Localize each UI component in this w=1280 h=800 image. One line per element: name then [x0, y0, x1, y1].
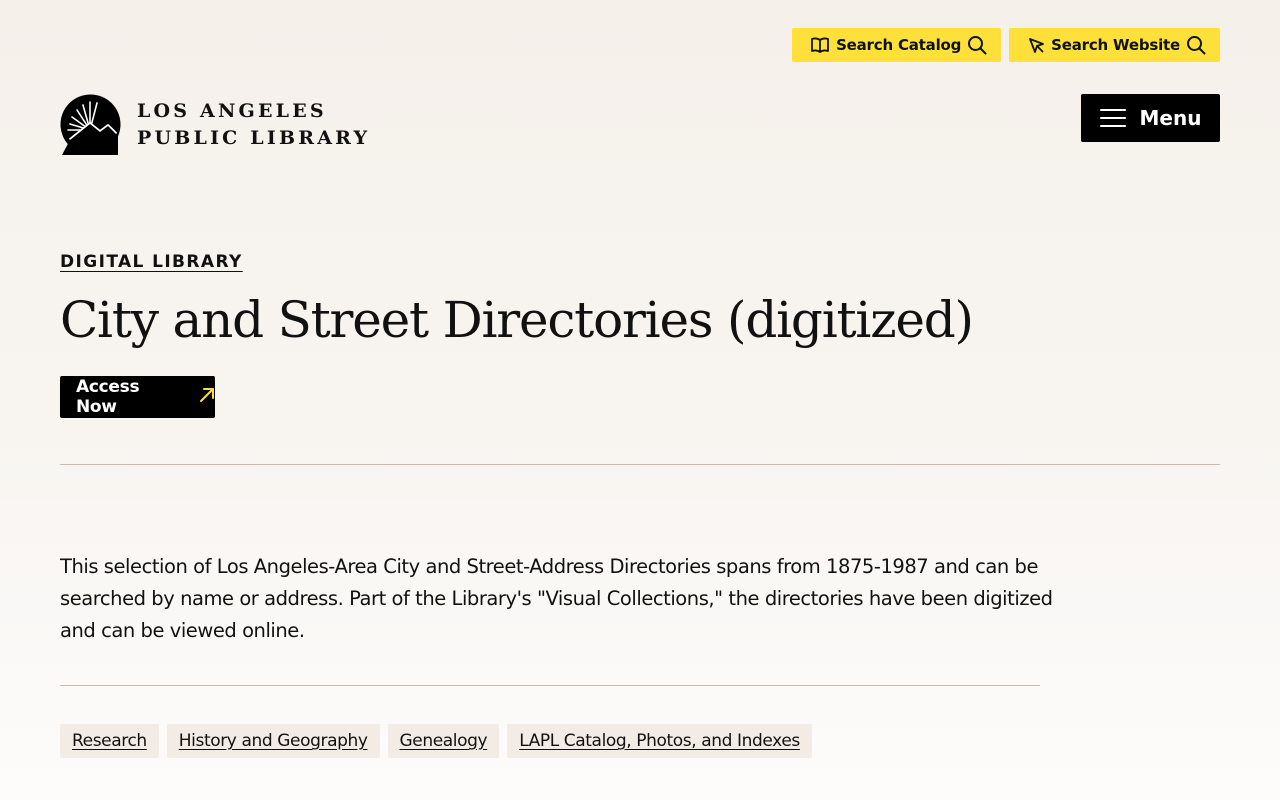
external-arrow-icon [199, 387, 215, 408]
cursor-arrow-icon [1027, 36, 1045, 54]
access-now-button[interactable]: Access Now [60, 376, 215, 418]
tag-lapl-catalog-photos-indexes[interactable]: LAPL Catalog, Photos, and Indexes [507, 724, 812, 758]
logo-line-2: PUBLIC LIBRARY [137, 126, 371, 149]
lapl-logo-mark-icon [60, 94, 121, 155]
section-divider [60, 464, 1220, 465]
search-catalog-label: Search Catalog [836, 36, 962, 54]
search-catalog-button[interactable]: Search Catalog [792, 28, 1002, 62]
section-divider [60, 685, 1040, 686]
page-title: City and Street Directories (digitized) [60, 291, 974, 349]
hamburger-icon [1099, 108, 1126, 128]
search-website-button[interactable]: Search Website [1009, 28, 1220, 62]
tag-genealogy[interactable]: Genealogy [387, 724, 500, 758]
menu-label: Menu [1139, 106, 1202, 130]
tag-list: Research History and Geography Genealogy… [60, 724, 812, 758]
menu-button[interactable]: Menu [1081, 94, 1220, 142]
tag-research[interactable]: Research [60, 724, 159, 758]
eyebrow-link-digital-library[interactable]: DIGITAL LIBRARY [60, 252, 243, 272]
search-icon [1186, 35, 1206, 55]
search-website-label: Search Website [1051, 36, 1180, 54]
utility-bar: Search Catalog Search Website [792, 28, 1220, 62]
collection-description: This selection of Los Angeles-Area City … [60, 555, 1053, 642]
tag-history-and-geography[interactable]: History and Geography [166, 724, 380, 758]
logo-wordmark: LOS ANGELES PUBLIC LIBRARY [137, 98, 370, 152]
access-now-label: Access Now [76, 377, 140, 417]
search-icon [967, 35, 987, 55]
site-logo[interactable]: LOS ANGELES PUBLIC LIBRARY [60, 94, 370, 155]
logo-line-1: LOS ANGELES [137, 99, 327, 122]
open-book-icon [810, 36, 830, 54]
